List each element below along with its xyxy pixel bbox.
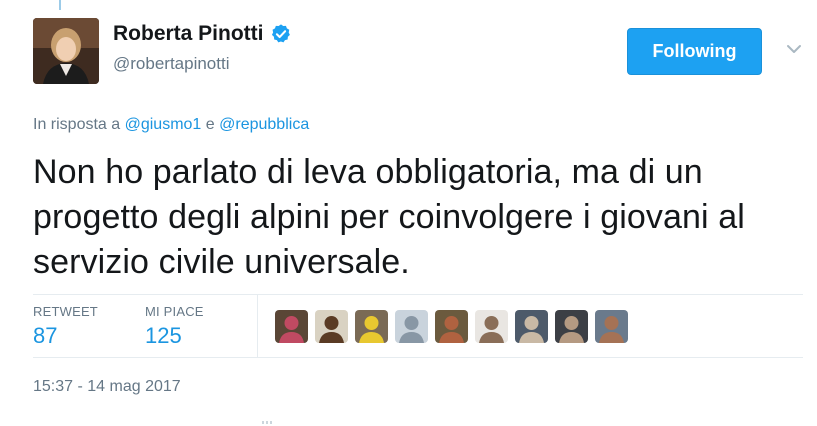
like-stat[interactable]: MI PIACE 125 xyxy=(145,304,204,349)
reply-context: In risposta a @giusmo1 e @repubblica xyxy=(33,116,309,134)
liker-avatar-2[interactable] xyxy=(315,310,348,343)
user-fullname[interactable]: Roberta Pinotti xyxy=(113,22,264,46)
user-handle[interactable]: @robertapinotti xyxy=(113,54,230,74)
verified-badge-icon xyxy=(270,23,292,45)
chevron-down-icon[interactable] xyxy=(784,39,804,59)
stats-vertical-divider xyxy=(257,295,258,357)
liker-avatar-1[interactable] xyxy=(275,310,308,343)
loading-dots xyxy=(262,421,274,424)
mention-link-repubblica[interactable]: @repubblica xyxy=(219,116,309,133)
mention-link-giusmo1[interactable]: @giusmo1 xyxy=(125,116,202,133)
liker-avatar-8[interactable] xyxy=(555,310,588,343)
like-count[interactable]: 125 xyxy=(145,323,204,349)
liker-avatar-3[interactable] xyxy=(355,310,388,343)
thread-connector-line xyxy=(59,0,61,10)
like-label: MI PIACE xyxy=(145,304,204,319)
liker-avatar-row xyxy=(275,310,635,343)
liker-avatar-4[interactable] xyxy=(395,310,428,343)
retweet-label: RETWEET xyxy=(33,304,98,319)
tweet-text: Non ho parlato di leva obbligatoria, ma … xyxy=(33,153,745,281)
stats-divider-top xyxy=(33,294,803,295)
liker-avatar-5[interactable] xyxy=(435,310,468,343)
user-avatar[interactable] xyxy=(33,18,99,84)
stats-divider-bottom xyxy=(33,357,803,358)
retweet-count[interactable]: 87 xyxy=(33,323,98,349)
liker-avatar-7[interactable] xyxy=(515,310,548,343)
reply-prefix: In risposta a xyxy=(33,116,121,133)
profile-photo xyxy=(33,18,99,84)
following-button[interactable]: Following xyxy=(627,28,762,75)
retweet-stat[interactable]: RETWEET 87 xyxy=(33,304,98,349)
liker-avatar-6[interactable] xyxy=(475,310,508,343)
user-name-row: Roberta Pinotti xyxy=(113,22,292,46)
tweet-timestamp[interactable]: 15:37 - 14 mag 2017 xyxy=(33,378,181,396)
liker-avatar-9[interactable] xyxy=(595,310,628,343)
reply-connector: e xyxy=(205,116,215,133)
